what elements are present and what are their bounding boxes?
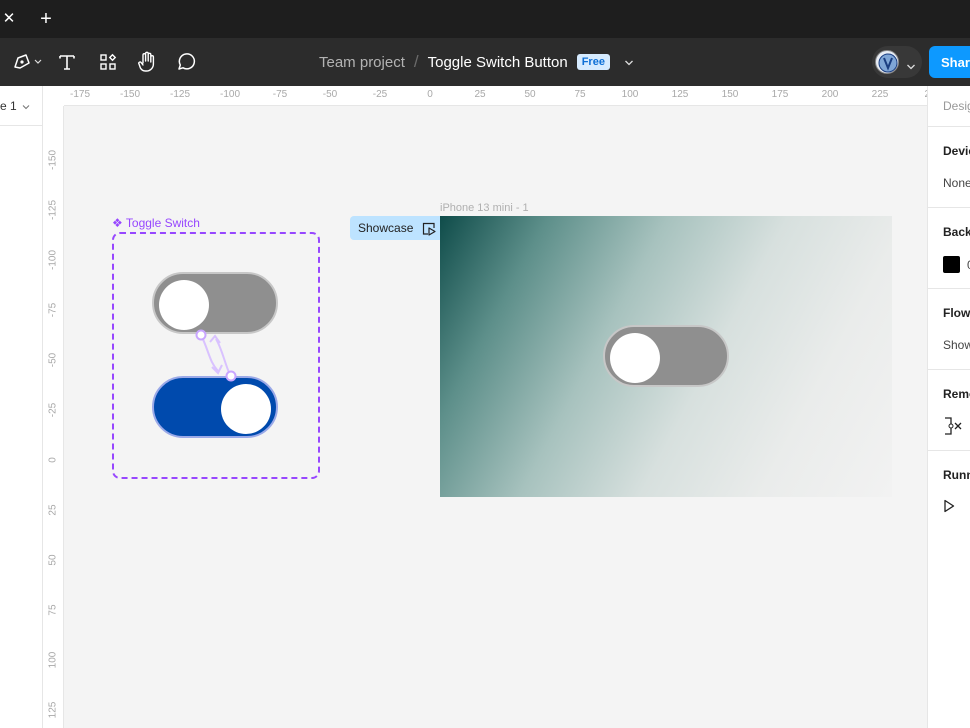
device-heading: Device	[943, 144, 970, 158]
ruler-tick-label: 200	[821, 89, 839, 100]
text-tool-button[interactable]	[56, 50, 78, 74]
ruler-tick-label: 100	[47, 651, 59, 669]
flow-name: Showcase	[358, 221, 414, 235]
close-icon[interactable]: ✕	[2, 9, 16, 29]
chevron-down-icon	[22, 105, 30, 110]
comment-icon	[176, 52, 196, 72]
hand-tool-button[interactable]	[135, 50, 159, 74]
pen-tool-button[interactable]	[10, 50, 44, 74]
background-color-swatch[interactable]	[943, 256, 960, 273]
left-panel: e 1	[0, 86, 43, 728]
remove-heading: Remove	[943, 387, 970, 401]
comment-tool-button[interactable]	[174, 50, 198, 74]
prototype-connection	[195, 329, 237, 382]
page-selector-label: e 1	[0, 99, 17, 113]
file-name[interactable]: Toggle Switch Button	[428, 54, 568, 71]
flows-heading: Flows	[943, 306, 970, 320]
ruler-tick-label: 25	[47, 504, 59, 516]
flow-starting-point[interactable]: Showcase	[350, 216, 440, 240]
ruler-tick-label: -50	[47, 352, 59, 368]
pen-icon	[12, 52, 42, 72]
ruler-tick-label: 150	[721, 89, 739, 100]
canvas[interactable]: ❖ Toggle Switch Showcase iPhone 13 mini …	[64, 106, 927, 728]
ruler-tick-label: -50	[322, 89, 338, 100]
avatar	[875, 50, 899, 74]
panel-divider	[928, 288, 970, 289]
tab-bar: ✕ +	[0, 0, 970, 38]
panel-divider	[928, 126, 970, 127]
chevron-down-icon[interactable]	[624, 54, 634, 71]
ruler-tick-label: -75	[272, 89, 288, 100]
ruler-tick-label: 100	[621, 89, 639, 100]
ruler-tick-label: -25	[372, 89, 388, 100]
panel-divider	[928, 207, 970, 208]
toggle-instance[interactable]	[603, 325, 729, 387]
share-button[interactable]: Share	[929, 46, 970, 78]
ruler-tick-label: 25	[474, 89, 486, 100]
panel-divider	[928, 369, 970, 370]
flow-item[interactable]: Showcase	[943, 338, 970, 352]
hand-icon	[137, 51, 157, 73]
toolbar: Team project / Toggle Switch Button Free…	[0, 38, 970, 86]
ruler-tick-label: 225	[871, 89, 889, 100]
background-heading: Background	[943, 225, 970, 239]
iphone-frame[interactable]	[440, 216, 892, 497]
ruler-tick-label: 50	[47, 554, 59, 566]
tab-design[interactable]: Design	[943, 99, 970, 113]
chevron-down-icon	[906, 58, 916, 76]
user-menu[interactable]	[872, 46, 922, 78]
running-heading: Running	[943, 468, 970, 482]
ruler-tick-label: -175	[69, 89, 91, 100]
right-panel: Design Device None Background 0 Flows Sh…	[927, 86, 970, 728]
ruler-tick-label: -25	[47, 402, 59, 418]
plan-badge: Free	[576, 54, 610, 70]
ruler-tick-label: 0	[427, 89, 433, 100]
breadcrumb-team[interactable]: Team project	[319, 54, 405, 71]
breadcrumb-separator: /	[413, 52, 419, 71]
panel-divider	[928, 450, 970, 451]
play-icon[interactable]	[943, 499, 955, 518]
play-flow-icon[interactable]	[422, 222, 436, 239]
breadcrumb: Team project / Toggle Switch Button Free	[319, 52, 634, 72]
ruler-tick-label: -100	[219, 89, 241, 100]
ruler-tick-label: 75	[574, 89, 586, 100]
page-selector[interactable]: e 1	[0, 99, 30, 113]
toggle-knob	[610, 333, 660, 383]
ruler-horizontal: -175 -150 -125 -100 -75 -50 -25 0 25 50 75 100 125 15…	[43, 86, 936, 106]
text-icon	[58, 53, 76, 71]
ruler-tick-label: -125	[169, 89, 191, 100]
ruler-tick-label: 175	[771, 89, 789, 100]
panel-divider	[0, 125, 43, 126]
plus-icon[interactable]: +	[36, 9, 56, 29]
ruler-tick-label: 75	[47, 604, 59, 616]
ruler-tick-label: 0	[47, 457, 59, 463]
device-select[interactable]: None	[943, 176, 970, 190]
ruler-tick-label: -100	[47, 249, 59, 271]
remove-icon[interactable]	[943, 416, 965, 441]
ruler-tick-label: -150	[47, 149, 59, 171]
ruler-tick-label: 125	[671, 89, 689, 100]
ruler-tick-label: 125	[47, 701, 59, 719]
resources-button[interactable]	[96, 50, 120, 74]
ruler-tick-label: -75	[47, 302, 59, 318]
ruler-tick-label: 50	[524, 89, 536, 100]
ruler-tick-label: -150	[119, 89, 141, 100]
frame-label[interactable]: iPhone 13 mini - 1	[440, 202, 529, 214]
resources-icon	[99, 53, 117, 71]
ruler-tick-label: -125	[47, 199, 59, 221]
ruler-corner	[43, 86, 64, 106]
ruler-vertical: -150 -125 -100 -75 -50 -25 0 25 50 75 100 125	[43, 106, 64, 728]
